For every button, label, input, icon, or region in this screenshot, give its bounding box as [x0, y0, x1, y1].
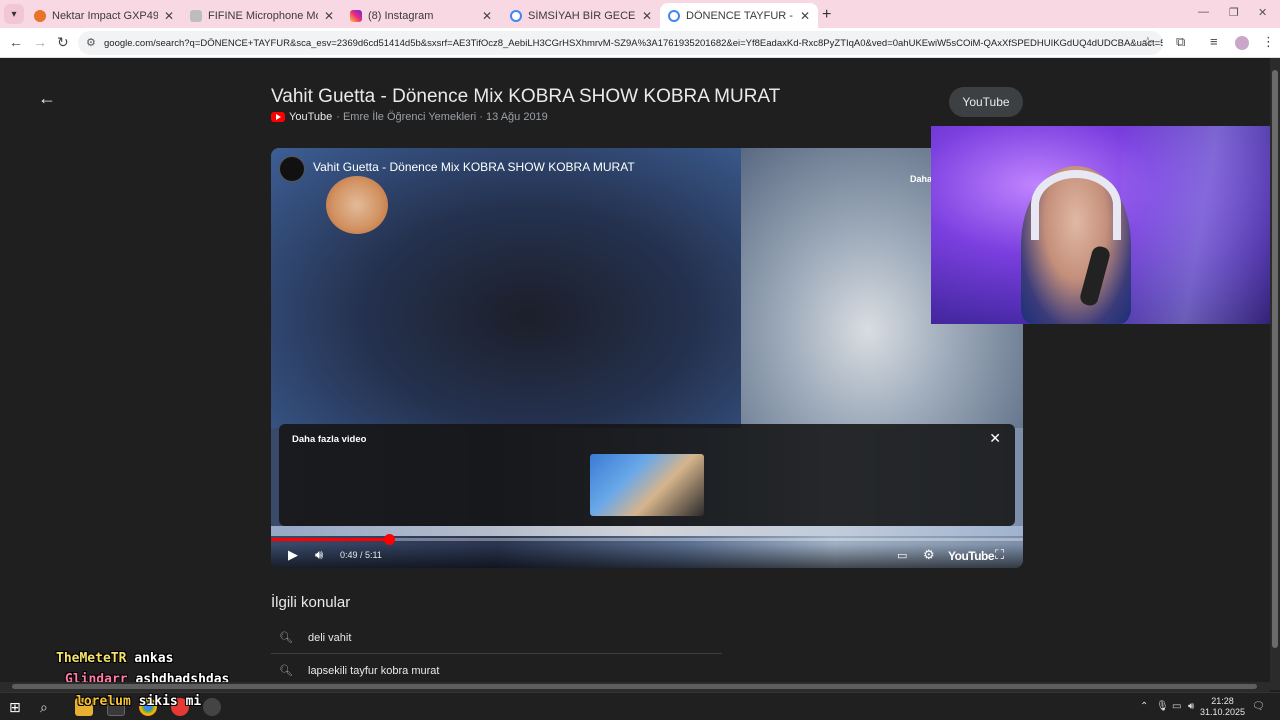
speaker-icon[interactable]: 🔊︎ — [1188, 701, 1194, 712]
reading-list-icon[interactable]: ≡ — [1210, 34, 1218, 49]
fifine-favicon-icon — [190, 9, 202, 22]
channel-watermark-icon — [326, 176, 388, 234]
video-player[interactable]: Vahit Guetta - Dönence Mix KOBRA SHOW KO… — [271, 148, 1023, 568]
microphone-icon[interactable]: 🎙︎ — [1156, 701, 1169, 712]
notification-icon[interactable]: 🗨︎ — [1252, 701, 1265, 712]
address-bar[interactable]: ⚙ google.com/search?q=DÖNENCE+TAYFUR&sca… — [78, 31, 1163, 55]
chat-text: sikis mi — [138, 694, 202, 709]
close-icon[interactable]: ✕ — [800, 9, 810, 23]
video-meta-details: · Emre İle Öğrenci Yemekleri · 13 Ağu 20… — [336, 111, 548, 123]
tab-title: FIFINE Microphone Mount Thre — [208, 9, 318, 22]
app-icon[interactable] — [203, 698, 221, 716]
player-controls: ▶ 🔊︎ 0:49 / 5:11 ▭ ⚙ YouTube ⛶ — [271, 544, 1023, 568]
vertical-scrollbar[interactable] — [1270, 58, 1280, 690]
chat-username: lorelum — [76, 694, 131, 709]
forward-button-icon[interactable]: → — [33, 34, 47, 50]
time-display: 0:49 / 5:11 — [340, 550, 382, 560]
captions-icon[interactable]: ▭ — [897, 549, 907, 562]
tab-title: DÖNENCE TAYFUR - Google'da — [686, 9, 794, 22]
player-more-label[interactable]: Daha — [910, 174, 932, 184]
horizontal-scrollbar[interactable] — [0, 682, 1270, 692]
google-favicon-icon — [668, 9, 680, 22]
tab-simsiyah[interactable]: SİMSİYAH BİR GECENİN KOYNU ✕ — [502, 3, 660, 28]
chat-message: TheMeteTR ankas — [56, 651, 173, 666]
site-settings-icon[interactable]: ⚙ — [86, 36, 96, 49]
url-text: google.com/search?q=DÖNENCE+TAYFUR&sca_e… — [104, 37, 1163, 49]
chevron-up-icon[interactable]: ⌃ — [1140, 701, 1148, 712]
related-topics-heading: İlgili konular — [271, 594, 351, 611]
vertical-scroll-thumb[interactable] — [1272, 70, 1278, 648]
bookmark-star-icon[interactable]: ☆ — [1142, 34, 1154, 50]
fullscreen-icon[interactable]: ⛶ — [995, 547, 1004, 563]
system-clock[interactable]: 21:28 31.10.2025 — [1200, 696, 1245, 718]
tab-fifine[interactable]: FIFINE Microphone Mount Thre ✕ — [182, 3, 342, 28]
arrow-left-icon[interactable]: ← — [38, 88, 56, 109]
tab-title: SİMSİYAH BİR GECENİN KOYNU — [528, 9, 636, 22]
related-item[interactable]: 🔍︎ deli vahit — [271, 622, 722, 654]
youtube-logo-icon — [271, 112, 285, 122]
search-icon: 🔍︎ — [279, 665, 293, 677]
related-item-text: lapsekili tayfur kobra murat — [308, 664, 440, 677]
player-overlay-title[interactable]: Vahit Guetta - Dönence Mix KOBRA SHOW KO… — [313, 160, 635, 174]
close-icon[interactable]: ✕ — [989, 430, 1001, 447]
google-favicon-icon — [510, 9, 522, 22]
progress-fill — [271, 538, 390, 541]
search-icon: 🔍︎ — [279, 632, 293, 644]
streamer-webcam-overlay — [931, 126, 1280, 324]
profile-avatar[interactable] — [1235, 36, 1249, 50]
more-videos-label: Daha fazla video — [292, 434, 367, 445]
channel-avatar[interactable] — [279, 156, 305, 182]
restore-icon[interactable]: ❐ — [1229, 6, 1239, 19]
back-button-icon[interactable]: ← — [9, 34, 23, 50]
clock-date: 31.10.2025 — [1200, 707, 1246, 717]
video-title[interactable]: Vahit Guetta - Dönence Mix KOBRA SHOW KO… — [271, 86, 780, 108]
tab-donence-tayfur[interactable]: DÖNENCE TAYFUR - Google'da ✕ — [660, 3, 818, 28]
tab-search-button[interactable]: ▾ — [4, 4, 24, 24]
tab-title: (8) Instagram — [368, 9, 434, 22]
video-source[interactable]: YouTube — [289, 111, 332, 123]
open-youtube-button[interactable]: YouTube — [949, 87, 1023, 117]
headset — [1031, 170, 1121, 240]
tab-title: Nektar Impact GXP49 - USB 49 — [52, 9, 158, 22]
horizontal-scroll-thumb[interactable] — [12, 684, 1257, 689]
related-item-text: deli vahit — [308, 631, 352, 644]
youtube-logo[interactable]: YouTube — [948, 549, 995, 563]
close-window-icon[interactable]: ✕ — [1258, 6, 1267, 19]
volume-icon[interactable]: 🔊︎ — [315, 547, 323, 563]
video-ticker — [271, 526, 1023, 536]
chat-username: TheMeteTR — [56, 651, 127, 666]
nektar-favicon-icon — [34, 9, 46, 22]
reload-icon[interactable]: ↻ — [57, 34, 69, 51]
instagram-favicon-icon — [350, 9, 362, 22]
minimize-icon[interactable]: — — [1198, 6, 1209, 18]
browser-toolbar: ← → ↻ ⚙ google.com/search?q=DÖNENCE+TAYF… — [0, 28, 1280, 58]
close-icon[interactable]: ✕ — [324, 9, 334, 23]
clock-time: 21:28 — [1211, 696, 1234, 706]
video-meta: YouTube · Emre İle Öğrenci Yemekleri · 1… — [271, 111, 548, 123]
progress-bar[interactable] — [271, 534, 1023, 545]
network-icon[interactable]: ▭ — [1172, 701, 1181, 712]
new-tab-button[interactable]: + — [822, 6, 831, 24]
windows-start-icon[interactable]: ⊞ — [9, 699, 21, 716]
settings-gear-icon[interactable]: ⚙ — [923, 547, 935, 563]
suggested-video-thumbnail[interactable] — [590, 454, 704, 516]
play-icon[interactable]: ▶ — [288, 547, 298, 563]
close-icon[interactable]: ✕ — [164, 9, 174, 23]
webcam-light — [1121, 126, 1280, 324]
chat-text: ankas — [134, 651, 174, 666]
chat-message: lorelum sikis mi — [76, 694, 201, 709]
extensions-icon[interactable]: ⧉ — [1176, 34, 1185, 50]
menu-kebab-icon[interactable]: ⋮ — [1262, 34, 1275, 50]
tab-instagram[interactable]: (8) Instagram ✕ — [342, 3, 500, 28]
tab-strip: ▾ Nektar Impact GXP49 - USB 49 ✕ FIFINE … — [0, 0, 1280, 28]
search-icon[interactable]: ⌕ — [40, 699, 48, 716]
more-videos-panel: Daha fazla video ✕ — [279, 424, 1015, 526]
tab-nektar[interactable]: Nektar Impact GXP49 - USB 49 ✕ — [26, 3, 182, 28]
close-icon[interactable]: ✕ — [642, 9, 652, 23]
close-icon[interactable]: ✕ — [482, 9, 492, 23]
